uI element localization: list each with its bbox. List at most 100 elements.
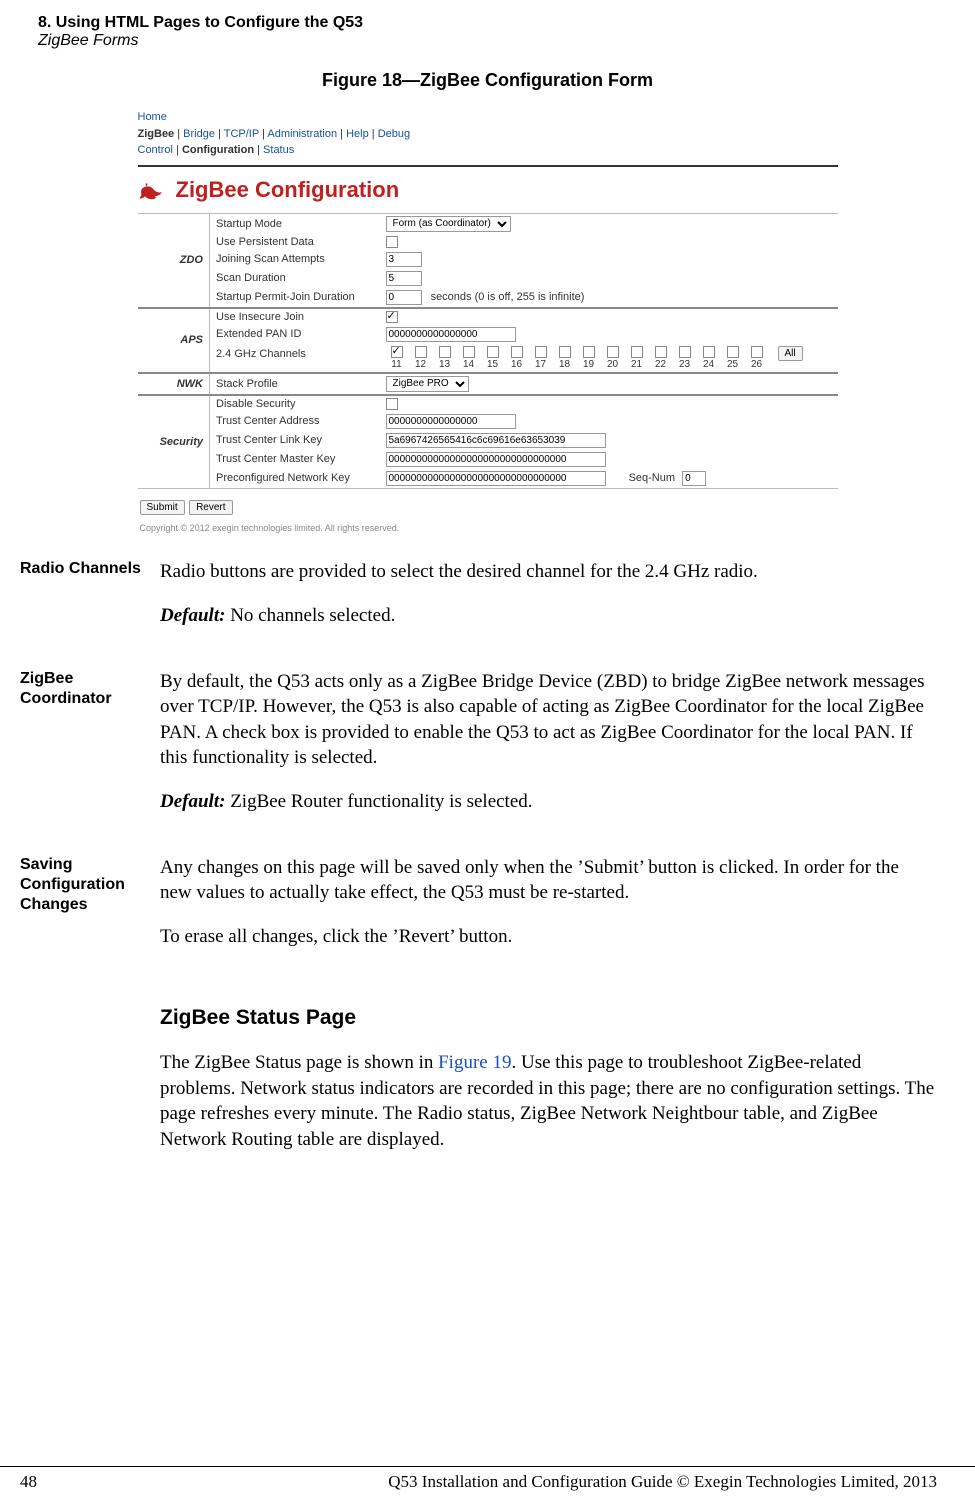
figure-caption: Figure 18—ZigBee Configuration Form	[0, 70, 975, 91]
radio-text: Radio buttons are provided to select the…	[160, 559, 935, 585]
lbl-permit-join: Startup Permit-Join Duration	[210, 288, 380, 308]
crumb-admin[interactable]: Administration	[267, 128, 337, 140]
channel-13-checkbox[interactable]	[439, 346, 451, 358]
lbl-tc-address: Trust Center Address	[210, 412, 380, 431]
tc-master-key-input[interactable]	[386, 452, 606, 467]
lbl-stack-profile: Stack Profile	[210, 373, 380, 395]
tc-address-input[interactable]	[386, 414, 516, 429]
joining-scan-input[interactable]	[386, 252, 422, 267]
channel-26-label: 26	[751, 359, 762, 370]
channel-12-checkbox[interactable]	[415, 346, 427, 358]
crumb-zigbee[interactable]: ZigBee	[138, 128, 175, 140]
channel-22-checkbox[interactable]	[655, 346, 667, 358]
channel-24-checkbox[interactable]	[703, 346, 715, 358]
channel-19-label: 19	[583, 359, 594, 370]
channel-20-checkbox[interactable]	[607, 346, 619, 358]
tc-link-key-input[interactable]	[386, 433, 606, 448]
chapter-section: ZigBee Forms	[38, 32, 937, 50]
lizard-icon	[138, 178, 166, 202]
saving-text-1: Any changes on this page will be saved o…	[160, 855, 935, 906]
crumb-control[interactable]: Control	[138, 144, 173, 156]
radio-default: Default: No channels selected.	[160, 603, 935, 629]
side-label-coordinator: ZigBee Coordinator	[20, 669, 160, 709]
channel-14-checkbox[interactable]	[463, 346, 475, 358]
form-copyright: Copyright © 2012 exegin technologies lim…	[138, 519, 838, 533]
all-channels-button[interactable]: All	[778, 346, 803, 361]
epanid-input[interactable]	[386, 327, 516, 342]
channel-23-checkbox[interactable]	[679, 346, 691, 358]
channel-26-checkbox[interactable]	[751, 346, 763, 358]
channel-17-label: 17	[535, 359, 546, 370]
revert-button[interactable]: Revert	[189, 500, 232, 515]
saving-text-2: To erase all changes, click the ’Revert’…	[160, 924, 935, 950]
channel-24-label: 24	[703, 359, 714, 370]
lbl-tc-link-key: Trust Center Link Key	[210, 431, 380, 450]
breadcrumb: Home ZigBee | Bridge | TCP/IP | Administ…	[138, 103, 838, 163]
lbl-persistent: Use Persistent Data	[210, 234, 380, 250]
crumb-help[interactable]: Help	[346, 128, 369, 140]
channel-21-label: 21	[631, 359, 642, 370]
preconf-key-input[interactable]	[386, 471, 606, 486]
channel-22-label: 22	[655, 359, 666, 370]
crumb-home[interactable]: Home	[138, 111, 167, 123]
lbl-tc-master-key: Trust Center Master Key	[210, 450, 380, 469]
lbl-disable-security: Disable Security	[210, 395, 380, 412]
section-zdo: ZDO	[138, 213, 210, 308]
insecure-join-checkbox[interactable]	[386, 311, 398, 323]
lbl-scan-duration: Scan Duration	[210, 269, 380, 288]
coord-default: Default: ZigBee Router functionality is …	[160, 789, 935, 815]
lbl-preconf-key: Preconfigured Network Key	[210, 469, 380, 489]
channel-16-label: 16	[511, 359, 522, 370]
channel-17-checkbox[interactable]	[535, 346, 547, 358]
scan-duration-input[interactable]	[386, 271, 422, 286]
channel-15-checkbox[interactable]	[487, 346, 499, 358]
permit-join-hint: seconds (0 is off, 255 is infinite)	[431, 291, 585, 303]
lbl-epanid: Extended PAN ID	[210, 325, 380, 344]
channel-25-label: 25	[727, 359, 738, 370]
crumb-configuration[interactable]: Configuration	[182, 144, 254, 156]
section-nwk: NWK	[138, 373, 210, 395]
status-text: The ZigBee Status page is shown in Figur…	[160, 1050, 935, 1153]
channel-12-label: 12	[415, 359, 426, 370]
lbl-seqnum: Seq-Num	[629, 472, 675, 484]
channel-18-checkbox[interactable]	[559, 346, 571, 358]
crumb-bridge[interactable]: Bridge	[183, 128, 215, 140]
seqnum-input[interactable]	[682, 471, 706, 486]
channel-19-checkbox[interactable]	[583, 346, 595, 358]
channel-15-label: 15	[487, 359, 498, 370]
section-security: Security	[138, 395, 210, 489]
stack-profile-select[interactable]: ZigBee PRO	[386, 376, 469, 392]
channel-20-label: 20	[607, 359, 618, 370]
form-title: ZigBee Configuration	[176, 177, 400, 203]
section-aps: APS	[138, 308, 210, 373]
disable-security-checkbox[interactable]	[386, 398, 398, 410]
permit-join-input[interactable]	[386, 290, 422, 305]
submit-button[interactable]: Submit	[140, 500, 185, 515]
startup-mode-select[interactable]: Form (as Coordinator)	[386, 216, 511, 232]
lbl-insecure-join: Use Insecure Join	[210, 308, 380, 325]
channel-14-label: 14	[463, 359, 474, 370]
figure-19-xref[interactable]: Figure 19	[438, 1052, 511, 1073]
status-heading: ZigBee Status Page	[160, 1004, 935, 1032]
side-label-radio: Radio Channels	[20, 559, 160, 579]
channel-11-label: 11	[391, 359, 401, 370]
zigbee-config-form: Home ZigBee | Bridge | TCP/IP | Administ…	[138, 103, 838, 533]
side-label-saving: Saving Configuration Changes	[20, 855, 160, 915]
lbl-startup-mode: Startup Mode	[210, 213, 380, 234]
channel-13-label: 13	[439, 359, 450, 370]
channel-23-label: 23	[679, 359, 690, 370]
crumb-tcpip[interactable]: TCP/IP	[224, 128, 259, 140]
page-number: 48	[20, 1472, 37, 1492]
lbl-channels: 2.4 GHz Channels	[210, 344, 380, 373]
crumb-debug[interactable]: Debug	[378, 128, 410, 140]
footer-text: Q53 Installation and Configuration Guide…	[388, 1472, 937, 1492]
lbl-joining-scan: Joining Scan Attempts	[210, 250, 380, 269]
crumb-status[interactable]: Status	[263, 144, 294, 156]
coord-text: By default, the Q53 acts only as a ZigBe…	[160, 669, 935, 772]
persistent-checkbox[interactable]	[386, 236, 398, 248]
channel-18-label: 18	[559, 359, 570, 370]
channel-25-checkbox[interactable]	[727, 346, 739, 358]
channel-21-checkbox[interactable]	[631, 346, 643, 358]
channel-11-checkbox[interactable]	[391, 346, 403, 358]
channel-16-checkbox[interactable]	[511, 346, 523, 358]
